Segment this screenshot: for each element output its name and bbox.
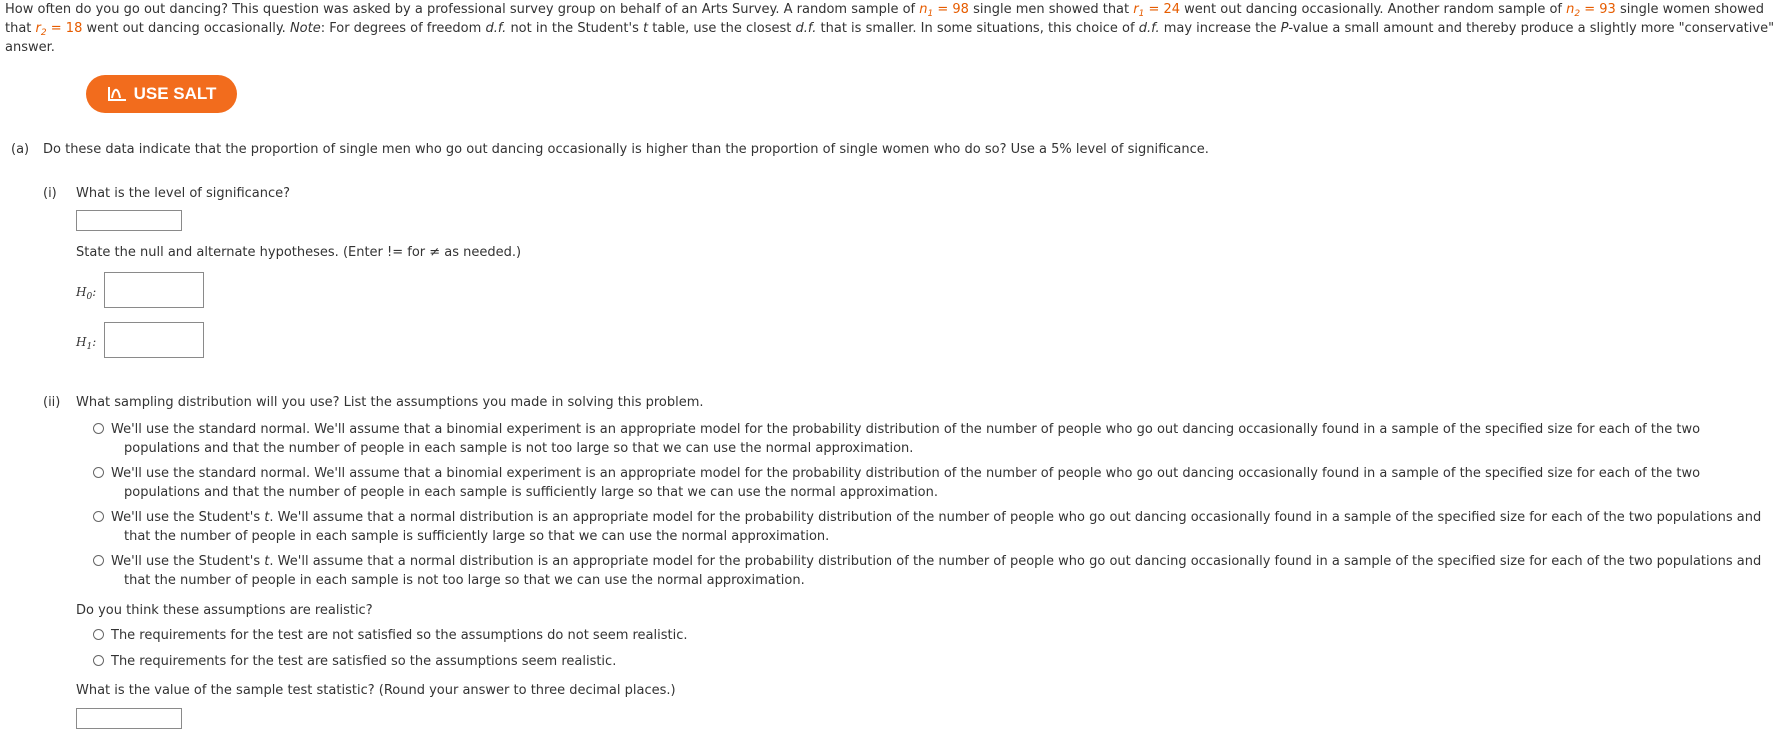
n1-value: = 98: [933, 2, 969, 17]
radio-button[interactable]: [93, 423, 104, 434]
intro-text: How often do you go out dancing? This qu…: [5, 2, 920, 17]
h1-label: H1:: [76, 335, 97, 352]
r2-value: = 18: [46, 21, 83, 36]
part-a-marker: (a): [11, 142, 30, 157]
sampling-option-1[interactable]: We'll use the standard normal. We'll ass…: [93, 420, 1700, 458]
hypotheses-prompt: State the null and alternate hypotheses.…: [76, 245, 522, 260]
r1-label: r1: [1133, 2, 1145, 19]
sampling-option-4[interactable]: We'll use the Student's t. We'll assume …: [93, 552, 1761, 590]
radio-button[interactable]: [93, 655, 104, 666]
part-ii-marker: (ii): [43, 395, 61, 410]
test-statistic-question: What is the value of the sample test sta…: [76, 683, 676, 698]
h1-input[interactable]: [104, 322, 204, 358]
use-salt-label: USE SALT: [133, 84, 217, 103]
radio-button[interactable]: [93, 511, 104, 522]
radio-button[interactable]: [93, 629, 104, 640]
n2-label: n2: [1566, 2, 1581, 19]
sampling-option-2[interactable]: We'll use the standard normal. We'll ass…: [93, 464, 1700, 502]
radio-button[interactable]: [93, 467, 104, 478]
note-label: Note: [289, 21, 321, 36]
n2-value: = 93: [1580, 2, 1616, 17]
significance-question: What is the level of significance?: [76, 186, 291, 201]
r1-value: = 24: [1144, 2, 1181, 17]
use-salt-button[interactable]: USE SALT: [86, 75, 237, 113]
salt-chart-icon: [107, 87, 126, 101]
sampling-distribution-question: What sampling distribution will you use?…: [76, 395, 704, 410]
part-i-marker: (i): [43, 186, 57, 201]
realistic-option-2[interactable]: The requirements for the test are satisf…: [93, 652, 616, 671]
radio-button[interactable]: [93, 555, 104, 566]
significance-level-input[interactable]: [76, 210, 182, 231]
r2-label: r2: [35, 21, 47, 38]
realistic-option-1[interactable]: The requirements for the test are not sa…: [93, 626, 688, 645]
h0-input[interactable]: [104, 272, 204, 308]
n1-label: n1: [919, 2, 934, 19]
test-statistic-input[interactable]: [76, 708, 182, 729]
h0-label: H0:: [76, 285, 97, 302]
sampling-option-3[interactable]: We'll use the Student's t. We'll assume …: [93, 508, 1761, 546]
part-a-question: Do these data indicate that the proporti…: [43, 142, 1209, 157]
problem-intro: How often do you go out dancing? This qu…: [5, 2, 1775, 55]
realistic-question: Do you think these assumptions are reali…: [76, 603, 373, 618]
